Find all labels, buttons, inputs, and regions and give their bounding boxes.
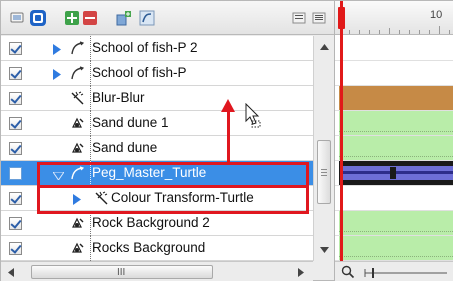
annotation-arrow-line [227,111,230,163]
horizontal-scroll-thumb[interactable]: III [31,265,213,279]
frame-ruler[interactable]: 10 [335,1,453,35]
scroll-right-icon[interactable] [293,264,309,280]
tree-connector [90,111,91,136]
drawing-icon [69,115,85,131]
layer-toolbar [1,1,334,35]
layer-visibility-checkbox[interactable] [9,242,22,255]
drawing-icon [69,140,85,156]
show-all-icon[interactable] [28,8,47,27]
layer-list: School of fish-P 2 School of fish-P Blur-B… [1,36,313,261]
tree-connector [90,36,91,61]
frame-number-label: 10 [430,9,443,21]
display-icon[interactable] [7,8,26,27]
layer-visibility-checkbox[interactable] [9,92,22,105]
layer-name: Rock Background 2 [92,215,210,230]
layer-visibility-checkbox[interactable] [9,42,22,55]
layer-visibility-checkbox[interactable] [9,192,22,205]
layer-row[interactable]: Blur-Blur [1,86,313,111]
keyframe-bar[interactable] [341,165,453,181]
remove-layer-icon[interactable] [80,8,99,27]
zoom-icon[interactable] [341,265,355,279]
peg-icon [69,40,85,56]
scroll-left-icon[interactable] [3,264,19,280]
tree-connector [90,236,91,261]
expand-triangle-icon[interactable] [53,68,63,80]
effect-icon [69,90,85,106]
tree-connector [90,211,91,236]
menu-icon[interactable] [309,8,328,27]
timeline-track[interactable] [335,211,453,236]
playhead[interactable] [340,1,343,263]
timeline-zoom-bar [335,261,453,281]
timeline-track[interactable] [335,61,453,86]
layer-row[interactable]: Rocks Background [1,236,313,261]
layer-name: Rocks Background [92,240,206,255]
add-layer-icon[interactable] [62,8,81,27]
drawing-icon [69,240,85,256]
layer-visibility-checkbox[interactable] [9,67,22,80]
layer-row[interactable]: Sand dune [1,136,313,161]
peg-icon [69,65,85,81]
layer-row[interactable]: Sand dune 1 [1,111,313,136]
layer-name: Blur-Blur [92,90,145,105]
tree-connector [90,86,91,111]
playhead-handle[interactable] [338,7,345,29]
timeline-track[interactable] [335,111,453,136]
layer-row[interactable]: School of fish-P 2 [1,36,313,61]
scroll-down-icon[interactable] [314,241,334,259]
highlight-box-peg [37,162,309,188]
layer-row[interactable]: School of fish-P [1,61,313,86]
timeline-track[interactable] [335,36,453,61]
scroll-grip: III [117,267,126,278]
timeline-track[interactable] [335,136,453,161]
layer-name: School of fish-P [92,65,187,80]
collapse-icon[interactable] [289,8,308,27]
timeline-track[interactable] [335,86,453,111]
layer-row[interactable]: Rock Background 2 [1,211,313,236]
timeline-window: School of fish-P 2 School of fish-P Blur-B… [0,0,453,281]
timeline-track[interactable] [335,236,453,261]
drawing-icon [69,215,85,231]
timeline-track[interactable] [335,161,453,186]
scroll-up-icon[interactable] [314,38,334,56]
tree-connector [90,136,91,161]
layer-visibility-checkbox[interactable] [9,117,22,130]
layer-name: Sand dune 1 [92,115,169,130]
expand-triangle-icon[interactable] [53,43,63,55]
layer-name: Sand dune [92,140,158,155]
mouse-cursor-icon [245,103,261,128]
layer-visibility-checkbox[interactable] [9,142,22,155]
zoom-slider[interactable] [359,267,449,279]
layer-name: School of fish-P 2 [92,40,198,55]
layer-visibility-checkbox[interactable] [9,167,22,180]
layer-horizontal-scrollbar[interactable]: III [1,261,313,281]
add-peg-icon[interactable] [114,8,133,27]
tree-connector [90,61,91,86]
highlight-box-child [37,188,309,214]
timeline-track[interactable] [335,186,453,211]
layer-visibility-checkbox[interactable] [9,217,22,230]
timeline-panel: 10 [334,1,453,281]
vertical-scroll-thumb[interactable] [317,140,331,204]
layer-vertical-scrollbar[interactable] [313,36,334,261]
layer-properties-icon[interactable] [137,8,156,27]
